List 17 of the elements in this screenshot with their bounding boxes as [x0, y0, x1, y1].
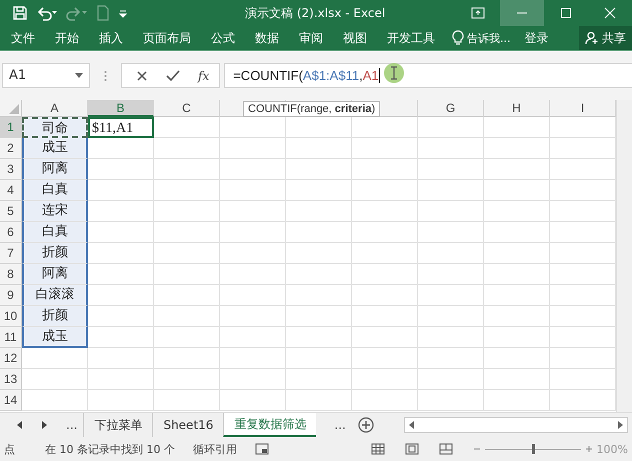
circular-reference-status: 循环引用 — [192, 442, 238, 456]
table-cell: 白滚滚 — [22, 285, 88, 306]
table-cell: 司命 — [22, 117, 88, 138]
table-cell: 白真 — [22, 222, 88, 243]
table-cell: $11,A1 — [88, 117, 154, 138]
table-cell: 成玉 — [22, 327, 88, 348]
window-title: 演示文稿 (2).xlsx - Excel — [245, 5, 386, 22]
function-tooltip: COUNTIF(range, criteria) — [243, 101, 380, 117]
table-cell: 折颜 — [22, 243, 88, 264]
table-cell: 折颜 — [22, 306, 88, 327]
table-cell: 白真 — [22, 180, 88, 201]
table-cell: 成玉 — [22, 138, 88, 159]
table-cell: 连宋 — [22, 201, 88, 222]
table-cell: 阿离 — [22, 264, 88, 285]
table-cell: 阿离 — [22, 159, 88, 180]
mode-indicator: 点 — [3, 442, 16, 456]
status-message: 在 10 条记录中找到 10 个 — [44, 442, 176, 456]
